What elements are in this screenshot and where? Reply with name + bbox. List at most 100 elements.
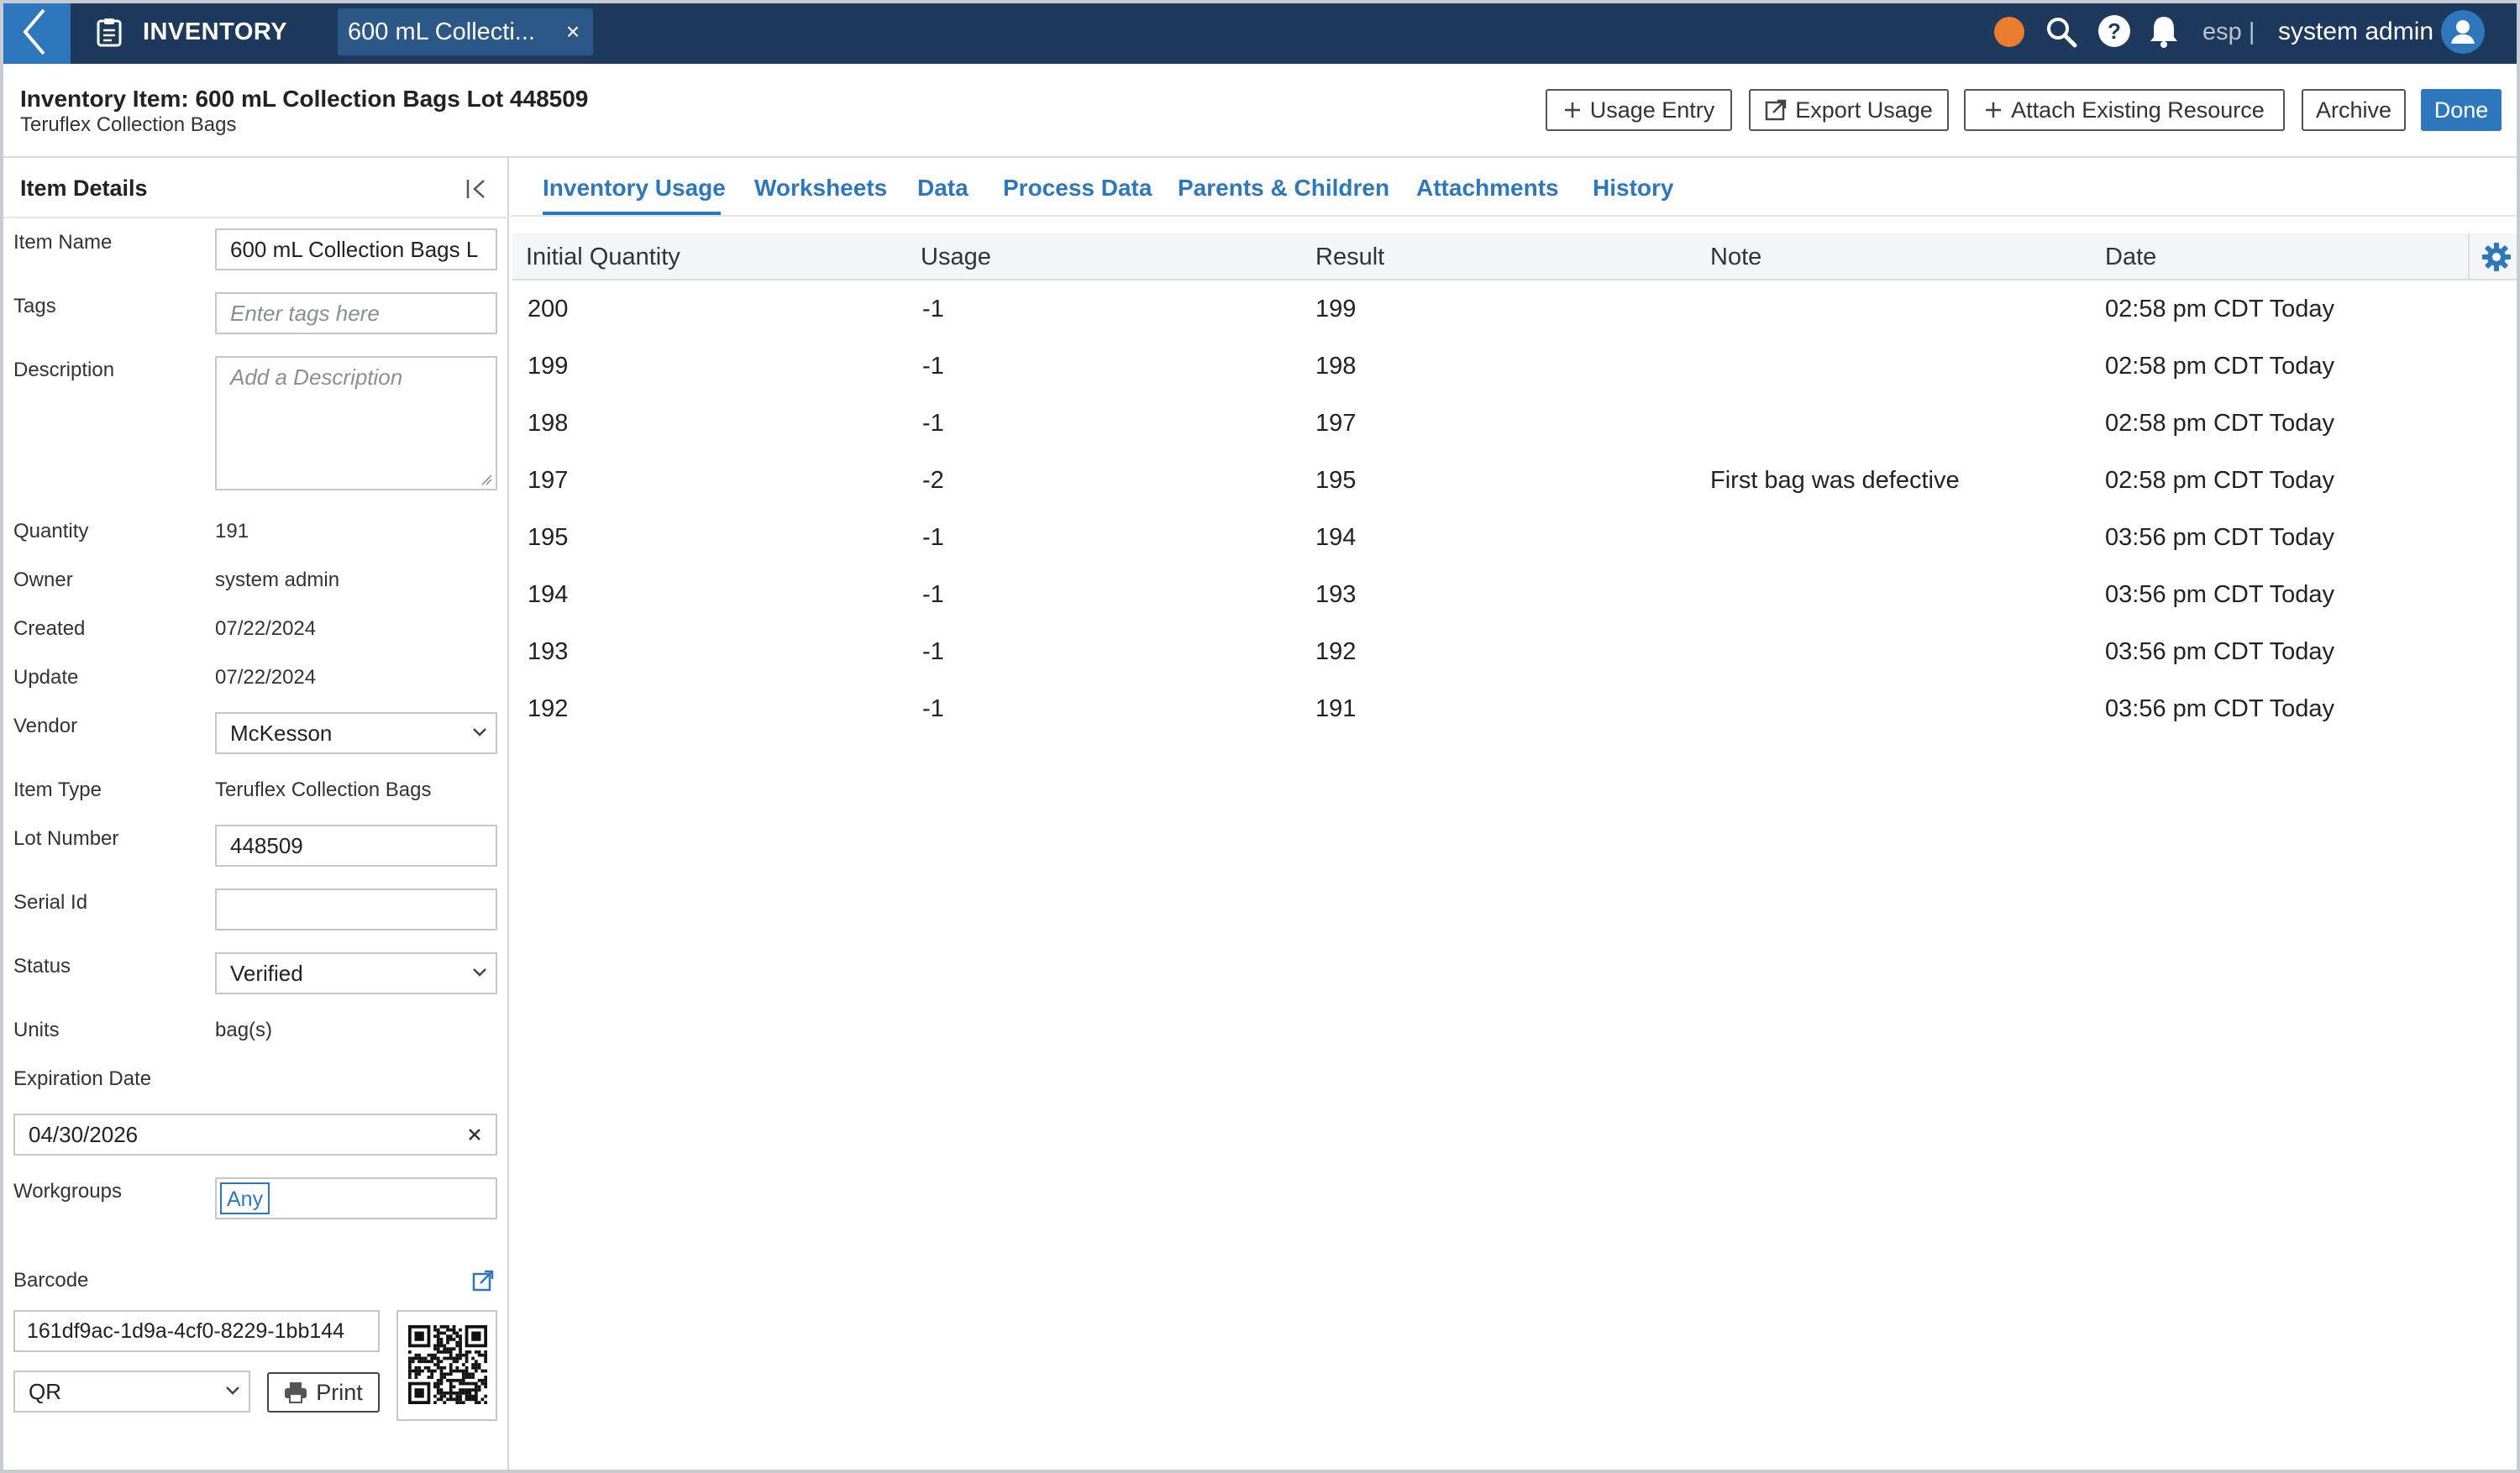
item-type-value: Teruflex Collection Bags [215, 778, 432, 801]
cell-result: 198 [1315, 353, 1357, 380]
item-name-input[interactable]: 600 mL Collection Bags L [215, 228, 497, 270]
column-header-result[interactable]: Result [1315, 239, 1384, 275]
workgroups-label: Workgroups [13, 1180, 122, 1203]
tab-history[interactable]: History [1593, 170, 1673, 207]
status-label: Status [13, 955, 71, 978]
cell-date: 02:58 pm CDT Today [2105, 296, 2334, 322]
item-type-label: Item Type [13, 778, 102, 801]
tags-input[interactable]: Enter tags here [215, 292, 497, 334]
cell-date: 02:58 pm CDT Today [2105, 410, 2334, 437]
document-tab-label[interactable]: 600 mL Collecti... [348, 15, 549, 49]
column-header-initial-quantity[interactable]: Initial Quantity [526, 239, 680, 275]
chevron-down-icon [226, 1387, 239, 1395]
workgroup-tag[interactable]: Any [220, 1182, 270, 1214]
cell-result: 193 [1315, 581, 1357, 608]
expiration-date-input[interactable]: 04/30/2026 [13, 1114, 497, 1156]
barcode-type-selected: QR [29, 1379, 61, 1404]
tab-attachments[interactable]: Attachments [1416, 170, 1559, 207]
cell-note: First bag was defective [1710, 467, 1960, 494]
cell-result: 192 [1315, 638, 1357, 665]
cell-usage: -1 [922, 638, 944, 665]
description-textarea[interactable]: Add a Description [215, 356, 497, 490]
workgroups-input[interactable]: Any [215, 1177, 497, 1219]
help-icon[interactable]: ? [2097, 13, 2132, 49]
vendor-select[interactable]: McKesson [215, 712, 497, 754]
status-dot-icon[interactable] [1994, 17, 2024, 47]
chevron-down-icon [473, 968, 486, 977]
app-name: INVENTORY [143, 18, 288, 45]
status-select[interactable]: Verified [215, 952, 497, 994]
cell-result: 197 [1315, 410, 1357, 437]
column-settings-button[interactable] [2468, 233, 2520, 280]
page-subtitle: Teruflex Collection Bags [20, 113, 237, 136]
language-toggle[interactable]: esp | [2202, 15, 2255, 49]
column-header-usage[interactable]: Usage [921, 239, 991, 275]
lot-number-input[interactable]: 448509 [215, 825, 497, 867]
chevron-left-icon [23, 8, 45, 55]
bell-icon[interactable] [2147, 13, 2181, 49]
done-button[interactable]: Done [2421, 89, 2502, 131]
cell-usage: -2 [922, 467, 944, 494]
column-header-date[interactable]: Date [2105, 239, 2156, 275]
update-value: 07/22/2024 [215, 666, 317, 689]
clear-icon[interactable] [467, 1127, 482, 1142]
units-value: bag(s) [215, 1019, 273, 1041]
column-header-note[interactable]: Note [1710, 239, 1761, 275]
cell-initial-quantity: 192 [528, 695, 569, 722]
tab-process-data[interactable]: Process Data [1003, 170, 1152, 207]
lot-number-label: Lot Number [13, 827, 119, 850]
user-name[interactable]: system admin [2278, 15, 2433, 49]
quantity-label: Quantity [13, 520, 89, 543]
barcode-input[interactable]: 161df9ac-1d9a-4cf0-8229-1bb144 [13, 1310, 380, 1352]
attach-existing-resource-button[interactable]: Attach Existing Resource [1964, 89, 2285, 131]
description-placeholder: Add a Description [230, 364, 403, 390]
usage-entry-button[interactable]: Usage Entry [1546, 89, 1732, 131]
cell-date: 03:56 pm CDT Today [2105, 581, 2334, 608]
serial-id-input[interactable] [215, 889, 497, 930]
description-label: Description [13, 359, 115, 381]
print-button[interactable]: Print [267, 1372, 380, 1413]
owner-value: system admin [215, 569, 340, 591]
collapse-panel-icon[interactable] [462, 175, 491, 203]
chevron-down-icon [473, 728, 486, 736]
units-label: Units [13, 1019, 60, 1041]
cell-usage: -1 [922, 581, 944, 608]
tabs-divider [511, 215, 2520, 217]
tab-parents-children[interactable]: Parents & Children [1178, 170, 1389, 207]
vendor-label: Vendor [13, 715, 78, 737]
expiration-date-label: Expiration Date [13, 1067, 152, 1090]
created-value: 07/22/2024 [215, 617, 317, 640]
cell-date: 02:58 pm CDT Today [2105, 353, 2334, 380]
cell-initial-quantity: 197 [528, 467, 569, 494]
avatar[interactable] [2441, 10, 2485, 54]
external-link-icon[interactable] [472, 1270, 494, 1292]
tags-label: Tags [13, 295, 56, 317]
export-usage-button[interactable]: Export Usage [1749, 89, 1949, 131]
close-tab-icon[interactable]: × [558, 15, 588, 49]
table-header [512, 233, 2520, 280]
cell-result: 194 [1315, 524, 1357, 551]
qr-code [408, 1325, 487, 1404]
cell-usage: -1 [922, 524, 944, 551]
external-link-icon [1765, 99, 1787, 121]
cell-initial-quantity: 199 [528, 353, 569, 380]
tab-worksheets[interactable]: Worksheets [754, 170, 887, 207]
back-button[interactable] [0, 0, 71, 64]
usage-entry-label: Usage Entry [1589, 97, 1715, 123]
cell-usage: -1 [922, 410, 944, 437]
barcode-type-select[interactable]: QR [13, 1371, 250, 1413]
tab-inventory-usage[interactable]: Inventory Usage [543, 170, 726, 207]
user-icon [2451, 20, 2475, 44]
serial-id-label: Serial Id [13, 891, 88, 914]
search-icon[interactable] [2045, 15, 2078, 49]
vendor-selected: McKesson [230, 721, 333, 746]
item-details-title: Item Details [20, 176, 148, 201]
cell-result: 199 [1315, 296, 1357, 322]
cell-usage: -1 [922, 353, 944, 380]
update-label: Update [13, 666, 79, 689]
cell-initial-quantity: 194 [528, 581, 569, 608]
cell-initial-quantity: 198 [528, 410, 569, 437]
tab-data[interactable]: Data [917, 170, 969, 207]
archive-button[interactable]: Archive [2302, 89, 2406, 131]
resize-handle-icon[interactable] [480, 474, 492, 485]
